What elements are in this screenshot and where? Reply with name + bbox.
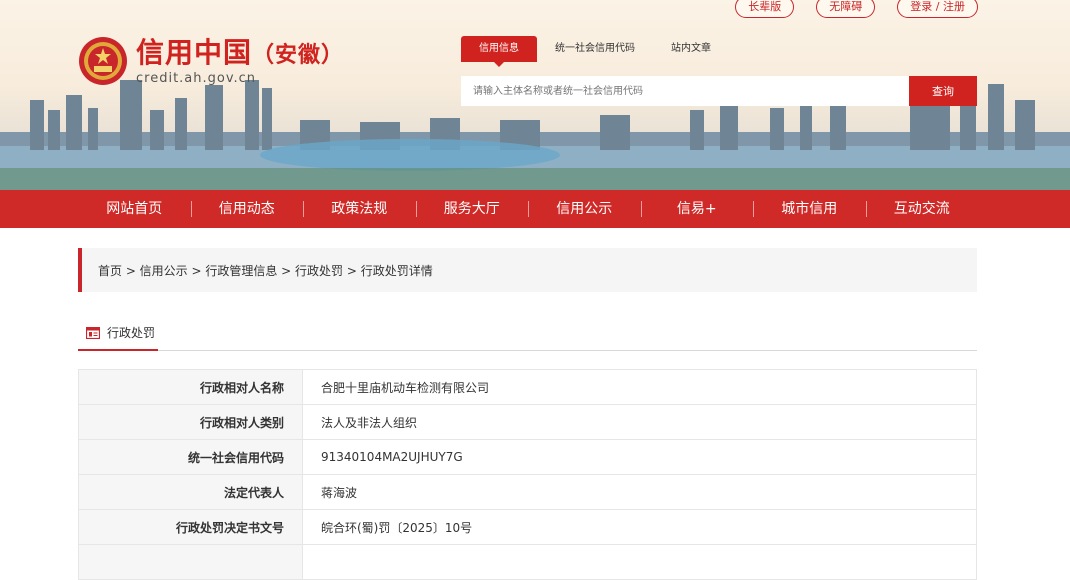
tab-credit-code[interactable]: 统一社会信用代码 <box>537 36 653 62</box>
nav-credit-news[interactable]: 信用动态 <box>190 190 304 228</box>
table-row: 法定代表人 蒋海波 <box>78 474 977 510</box>
table-row <box>78 544 977 580</box>
field-value <box>302 544 977 580</box>
search-button[interactable]: 查询 <box>909 76 977 106</box>
table-row: 行政相对人名称 合肥十里庙机动车检测有限公司 <box>78 369 977 405</box>
section-title: 行政处罚 <box>107 326 156 340</box>
national-emblem-icon <box>79 37 127 85</box>
field-label: 法定代表人 <box>78 474 303 510</box>
top-links: 长辈版 无障碍 登录 / 注册 <box>735 0 978 18</box>
field-value: 91340104MA2UJHUY7G <box>302 439 977 475</box>
nav-policies[interactable]: 政策法规 <box>303 190 416 228</box>
nav-home[interactable]: 网站首页 <box>78 190 191 228</box>
table-row: 统一社会信用代码 91340104MA2UJHUY7G <box>78 439 977 475</box>
accessibility-link[interactable]: 无障碍 <box>816 0 876 18</box>
site-header: 长辈版 无障碍 登录 / 注册 信用中国（安徽） credit.ah.gov.c… <box>0 0 1070 190</box>
field-label: 统一社会信用代码 <box>78 439 303 475</box>
site-logo[interactable]: 信用中国（安徽） credit.ah.gov.cn <box>78 36 344 86</box>
field-value: 皖合环(蜀)罚〔2025〕10号 <box>302 509 977 545</box>
login-register-link[interactable]: 登录 / 注册 <box>897 0 978 18</box>
field-value: 蒋海波 <box>302 474 977 510</box>
section-header: 行政处罚 <box>78 316 977 351</box>
field-value: 法人及非法人组织 <box>302 404 977 440</box>
table-row: 行政处罚决定书文号 皖合环(蜀)罚〔2025〕10号 <box>78 509 977 545</box>
field-label <box>78 544 303 580</box>
breadcrumb[interactable]: 首页 > 信用公示 > 行政管理信息 > 行政处罚 > 行政处罚详情 <box>78 248 977 292</box>
elder-version-link[interactable]: 长辈版 <box>735 0 795 18</box>
nav-city-credit[interactable]: 城市信用 <box>753 190 866 228</box>
field-label: 行政处罚决定书文号 <box>78 509 303 545</box>
penalty-detail-table: 行政相对人名称 合肥十里庙机动车检测有限公司 行政相对人类别 法人及非法人组织 … <box>78 369 977 580</box>
nav-service-hall[interactable]: 服务大厅 <box>415 190 529 228</box>
nav-credit-publicity[interactable]: 信用公示 <box>528 190 641 228</box>
field-value: 合肥十里庙机动车检测有限公司 <box>302 369 977 405</box>
table-row: 行政相对人类别 法人及非法人组织 <box>78 404 977 440</box>
nav-interaction[interactable]: 互动交流 <box>865 190 979 228</box>
field-label: 行政相对人名称 <box>78 369 303 405</box>
section-tab: 行政处罚 <box>78 316 158 351</box>
logo-title: 信用中国（安徽） <box>136 36 345 69</box>
nav-xinyi-plus[interactable]: 信易+ <box>640 190 754 228</box>
tab-credit-info[interactable]: 信用信息 <box>461 36 537 67</box>
search-box: 查询 <box>461 76 977 106</box>
main-nav: 网站首页 信用动态 政策法规 服务大厅 信用公示 信易+ 城市信用 互动交流 <box>0 190 1070 228</box>
document-icon <box>86 326 100 339</box>
search-input[interactable] <box>461 76 909 106</box>
search-tabs: 信用信息 统一社会信用代码 站内文章 <box>461 36 729 67</box>
field-label: 行政相对人类别 <box>78 404 303 440</box>
logo-url: credit.ah.gov.cn <box>136 71 257 86</box>
tab-site-articles[interactable]: 站内文章 <box>653 36 729 62</box>
